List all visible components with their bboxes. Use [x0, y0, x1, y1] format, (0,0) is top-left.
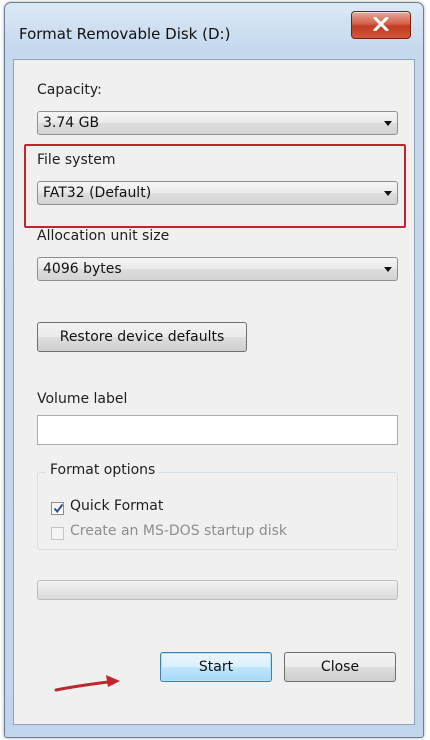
volume-label-input[interactable]: [37, 415, 398, 445]
capacity-value: 3.74 GB: [43, 115, 100, 131]
allocation-dropdown[interactable]: 4096 bytes: [37, 257, 398, 281]
msdos-startup-label: Create an MS-DOS startup disk: [70, 523, 288, 539]
checkmark-icon: [53, 503, 64, 514]
file-system-label: File system: [37, 152, 116, 168]
quick-format-label: Quick Format: [70, 498, 164, 514]
capacity-dropdown[interactable]: 3.74 GB: [37, 111, 398, 135]
title-bar: Format Removable Disk (D:): [5, 3, 423, 59]
allocation-value: 4096 bytes: [43, 261, 122, 277]
chevron-down-icon: [384, 191, 392, 196]
quick-format-checkbox[interactable]: [51, 502, 64, 515]
window-close-button[interactable]: [351, 11, 411, 39]
window-title: Format Removable Disk (D:): [19, 25, 231, 43]
allocation-label: Allocation unit size: [37, 228, 170, 244]
format-dialog: Format Removable Disk (D:) Capacity: 3.7…: [4, 2, 424, 738]
start-button[interactable]: Start: [160, 652, 272, 682]
file-system-value: FAT32 (Default): [43, 185, 152, 201]
capacity-label: Capacity:: [37, 82, 102, 98]
close-button[interactable]: Close: [284, 652, 396, 682]
red-arrow-icon: [54, 675, 120, 692]
format-progress-bar: [37, 580, 398, 600]
close-x-icon: [373, 17, 389, 31]
format-options-title: Format options: [46, 462, 160, 478]
file-system-dropdown[interactable]: FAT32 (Default): [37, 181, 398, 205]
chevron-down-icon: [384, 121, 392, 126]
dialog-body: Capacity: 3.74 GB File system FAT32 (Def…: [13, 59, 415, 725]
chevron-down-icon: [384, 267, 392, 272]
restore-defaults-button[interactable]: Restore device defaults: [37, 322, 247, 352]
msdos-startup-checkbox[interactable]: [51, 527, 64, 540]
volume-label-label: Volume label: [37, 391, 128, 407]
